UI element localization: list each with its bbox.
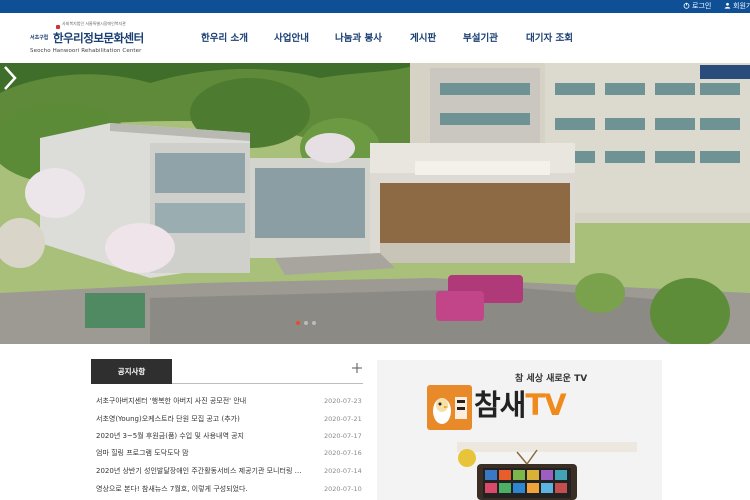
notice-more-button[interactable] (351, 362, 363, 374)
notice-board: 공지사항 서초구아버지센터 '행복한 아버지 사진 공모전' 안내 2020-0… (91, 357, 363, 500)
notice-row[interactable]: 서초영(Young)오케스트라 단원 모집 공고 (추가) 2020-07-21 (96, 412, 363, 426)
hero-pagination (296, 321, 326, 327)
join-link[interactable]: 회원가입 (724, 1, 750, 12)
chamsae-tv-banner[interactable]: 참 세상 새로운 TV 참새TV (377, 360, 662, 500)
nav-item-business[interactable]: 사업안내 (274, 30, 309, 44)
nav-item-waitlist[interactable]: 대기자 조회 (526, 30, 573, 44)
power-icon (683, 2, 690, 9)
notice-date: 2020-07-14 (324, 467, 362, 475)
notice-row[interactable]: 서초구아버지센터 '행복한 아버지 사진 공모전' 안내 2020-07-23 (96, 394, 363, 408)
top-utility-bar: 로그인 회원가입 (0, 0, 750, 13)
notice-date: 2020-07-17 (324, 432, 362, 440)
nav-item-board[interactable]: 게시판 (410, 30, 436, 44)
tv-title-tv: TV (525, 388, 566, 422)
login-link[interactable]: 로그인 (683, 1, 711, 12)
site-header: 사회복지법인 서울특별시장애인복지관 서초구립 한우리정보문화센터 Seocho… (0, 13, 750, 63)
tv-title: 참새TV (474, 382, 567, 424)
hero-dot-2[interactable] (304, 321, 308, 325)
notice-divider (172, 383, 363, 384)
hero-image (0, 63, 750, 344)
notice-row[interactable]: 영상으로 본다! 참새뉴스 7월호, 이렇게 구성되었다. 2020-07-10 (96, 482, 363, 496)
hero-slideshow (0, 63, 750, 344)
main-nav: 한우리 소개 사업안내 나눔과 봉사 게시판 부설기관 대기자 조회 (0, 13, 750, 63)
join-label: 회원가입 (733, 2, 750, 10)
notice-title: 엄마 힐링 프로그램 도닥도닥 맘 (96, 449, 189, 457)
chevron-right-icon (4, 66, 17, 90)
notice-row[interactable]: 2020년 상반기 성인발달장애인 주간활동서비스 제공기관 모니터링 … 20… (96, 464, 363, 478)
notice-title: 서초영(Young)오케스트라 단원 모집 공고 (추가) (96, 415, 240, 423)
tv-title-kr: 참새 (474, 388, 526, 422)
hero-dot-1[interactable] (296, 321, 300, 325)
notice-date: 2020-07-10 (324, 485, 362, 493)
notice-row[interactable]: 2020년 3~5월 후원금(품) 수입 및 사용내역 공지 2020-07-1… (96, 429, 363, 443)
nav-item-about[interactable]: 한우리 소개 (201, 30, 248, 44)
tab-notice[interactable]: 공지사항 (91, 359, 172, 384)
user-icon (724, 2, 731, 9)
nav-item-affiliates[interactable]: 부설기관 (463, 30, 498, 44)
sparrow-logo-icon (427, 385, 472, 430)
notice-date: 2020-07-16 (324, 449, 362, 457)
hero-next-button[interactable] (0, 63, 20, 93)
hero-dot-3[interactable] (312, 321, 316, 325)
notice-title: 영상으로 본다! 참새뉴스 7월호, 이렇게 구성되었다. (96, 485, 248, 493)
notice-title: 2020년 3~5월 후원금(품) 수입 및 사용내역 공지 (96, 432, 244, 440)
notice-title: 서초구아버지센터 '행복한 아버지 사진 공모전' 안내 (96, 397, 247, 405)
login-label: 로그인 (692, 2, 712, 10)
notice-date: 2020-07-21 (324, 415, 362, 423)
tv-illustration (457, 442, 637, 500)
notice-title: 2020년 상반기 성인발달장애인 주간활동서비스 제공기관 모니터링 … (96, 467, 302, 475)
notice-date: 2020-07-23 (324, 397, 362, 405)
notice-row[interactable]: 엄마 힐링 프로그램 도닥도닥 맘 2020-07-16 (96, 446, 363, 460)
nav-item-volunteer[interactable]: 나눔과 봉사 (335, 30, 382, 44)
plus-icon (352, 363, 362, 373)
